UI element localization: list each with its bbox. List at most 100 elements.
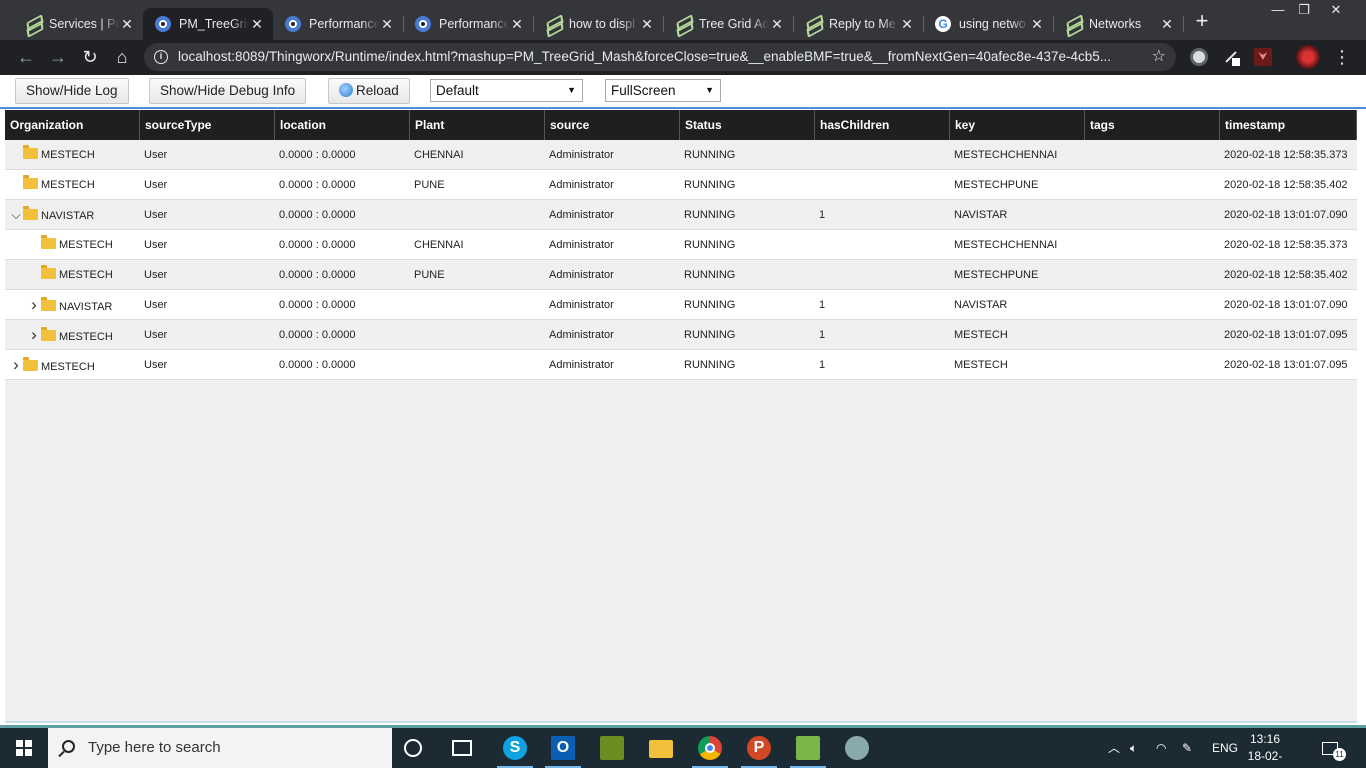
system-clock[interactable]: 13:16 18-02-2020 [1235,731,1295,768]
table-row[interactable]: ⌵ NAVISTAR User 0.0000 : 0.0000 Administrato… [5,200,1357,230]
folder-icon [41,265,56,279]
expand-chevron-icon[interactable]: › [9,350,23,380]
minimize-icon[interactable]: — [1264,2,1292,17]
volume-icon[interactable]: 🔈︎ [1130,728,1137,768]
column-header-timestamp[interactable]: timestamp [1220,110,1357,140]
paint-app-icon[interactable] [845,736,869,760]
expand-chevron-icon[interactable]: › [27,290,41,320]
close-tab-icon[interactable]: ✕ [1029,16,1045,33]
extension-icon[interactable] [1190,48,1208,66]
table-row[interactable]: MESTECH User 0.0000 : 0.0000 PUNE Administra… [5,260,1357,290]
action-center-icon[interactable]: 11 [1322,728,1346,768]
taskbar-search-box[interactable]: Type here to search [48,728,392,768]
close-window-icon[interactable]: ✕ [1322,2,1350,18]
cortana-icon[interactable] [404,739,422,757]
restore-icon[interactable]: ❐ [1290,2,1318,18]
bookmark-star-icon[interactable]: ☆ [1152,43,1166,71]
browser-tab[interactable]: Reply to Me ✕ [793,8,924,40]
menu-kebab-icon[interactable]: ⋮ [1328,44,1356,70]
site-info-icon[interactable]: i [154,50,168,64]
cell-timestamp: 2020-02-18 13:01:07.095 [1224,359,1348,371]
column-header-key[interactable]: key [950,110,1085,140]
cell-source: Administrator [549,269,614,281]
cell-haschildren: 1 [819,209,826,221]
close-tab-icon[interactable]: ✕ [639,16,655,33]
fullscreen-select-value: FullScreen [611,83,676,98]
expand-chevron-icon[interactable]: › [27,320,41,350]
cell-tags [1085,260,1220,290]
browser-tab[interactable]: how to displ ✕ [533,8,664,40]
pdf-icon[interactable]: ⮟ [1254,48,1272,66]
folder-icon [41,297,56,311]
table-row[interactable]: MESTECH User 0.0000 : 0.0000 PUNE Administra… [5,170,1357,200]
cell-key: MESTECHCHENNAI [954,149,1058,161]
outlook-icon[interactable]: O [545,736,581,768]
browser-tab[interactable]: Performance ✕ [403,8,534,40]
tool-app-icon[interactable] [600,736,624,760]
notepad-app-icon[interactable] [790,736,826,768]
cell-key: MESTECHPUNE [954,179,1039,191]
cell-timestamp: 2020-02-18 12:58:35.373 [1224,149,1348,161]
column-header-plant[interactable]: Plant [410,110,545,140]
cell-haschildren [815,170,950,200]
browser-tab[interactable]: PM_TreeGrid ✕ [143,8,273,40]
table-row[interactable]: › MESTECH User 0.0000 : 0.0000 Administrator… [5,350,1357,380]
column-header-tags[interactable]: tags [1085,110,1220,140]
close-tab-icon[interactable]: ✕ [509,16,525,33]
table-row[interactable]: MESTECH User 0.0000 : 0.0000 CHENNAI Adminis… [5,140,1357,170]
tab-title: using netwo [959,17,1026,31]
column-header-source[interactable]: source [545,110,680,140]
column-header-haschildren[interactable]: hasChildren [815,110,950,140]
cell-source: Administrator [549,179,614,191]
show-hide-log-button[interactable]: Show/Hide Log [15,78,129,104]
wifi-icon[interactable]: ◠ [1156,728,1166,768]
forward-icon[interactable]: → [44,44,72,70]
close-tab-icon[interactable]: ✕ [119,16,135,33]
reload-icon [339,83,353,97]
address-bar[interactable]: i localhost:8089/Thingworx/Runtime/index… [144,43,1176,71]
browser-tab-strip: + — ❐ ✕ Services | Pe ✕ PM_TreeGrid ✕ Perfor… [0,0,1366,40]
home-icon[interactable]: ⌂ [108,44,136,70]
column-header-sourcetype[interactable]: sourceType [140,110,275,140]
fullscreen-select[interactable]: FullScreen ▼ [605,79,721,102]
task-view-icon[interactable] [452,740,472,756]
column-header-location[interactable]: location [275,110,410,140]
cell-plant: CHENNAI [414,239,464,251]
collapse-chevron-icon[interactable]: ⌵ [9,200,23,230]
close-tab-icon[interactable]: ✕ [899,16,915,33]
column-header-organization[interactable]: Organization [5,110,140,140]
organization-label: MESTECH [59,269,113,281]
table-row[interactable]: MESTECH User 0.0000 : 0.0000 CHENNAI Adminis… [5,230,1357,260]
chrome-icon[interactable] [692,736,728,768]
tray-up-chevron-icon[interactable]: ︿ [1108,728,1120,768]
pen-icon[interactable] [1222,48,1240,66]
file-explorer-icon[interactable] [649,740,673,758]
browser-tab[interactable]: Gusing netwo ✕ [923,8,1054,40]
browser-tab[interactable]: Networks ✕ [1053,8,1184,40]
show-hide-debug-button[interactable]: Show/Hide Debug Info [149,78,307,104]
reload-button[interactable]: Reload [328,78,410,104]
start-button[interactable] [0,728,48,768]
close-tab-icon[interactable]: ✕ [769,16,785,33]
reload-label: Reload [356,83,399,98]
powerpoint-icon[interactable]: P [741,736,777,768]
browser-tab[interactable]: Performance ✕ [273,8,404,40]
reload-icon[interactable]: ↻ [76,44,104,70]
close-tab-icon[interactable]: ✕ [249,16,265,33]
back-icon[interactable]: ← [12,44,40,70]
skype-icon[interactable]: S [497,736,533,768]
table-row[interactable]: › NAVISTAR User 0.0000 : 0.0000 Administrato… [5,290,1357,320]
cell-location: 0.0000 : 0.0000 [279,149,356,161]
new-tab-button[interactable]: + [1190,10,1214,34]
default-select[interactable]: Default ▼ [430,79,583,102]
browser-tab[interactable]: Tree Grid Ad ✕ [663,8,794,40]
profile-avatar[interactable] [1296,45,1320,69]
close-tab-icon[interactable]: ✕ [1159,16,1175,33]
cell-status: RUNNING [684,269,736,281]
close-tab-icon[interactable]: ✕ [379,16,395,33]
cell-key: MESTECHCHENNAI [954,239,1058,251]
browser-tab[interactable]: Services | Pe ✕ [13,8,144,40]
pen-workspace-icon[interactable]: ✎ [1182,728,1192,768]
column-header-status[interactable]: Status [680,110,815,140]
table-row[interactable]: › MESTECH User 0.0000 : 0.0000 Administrator… [5,320,1357,350]
